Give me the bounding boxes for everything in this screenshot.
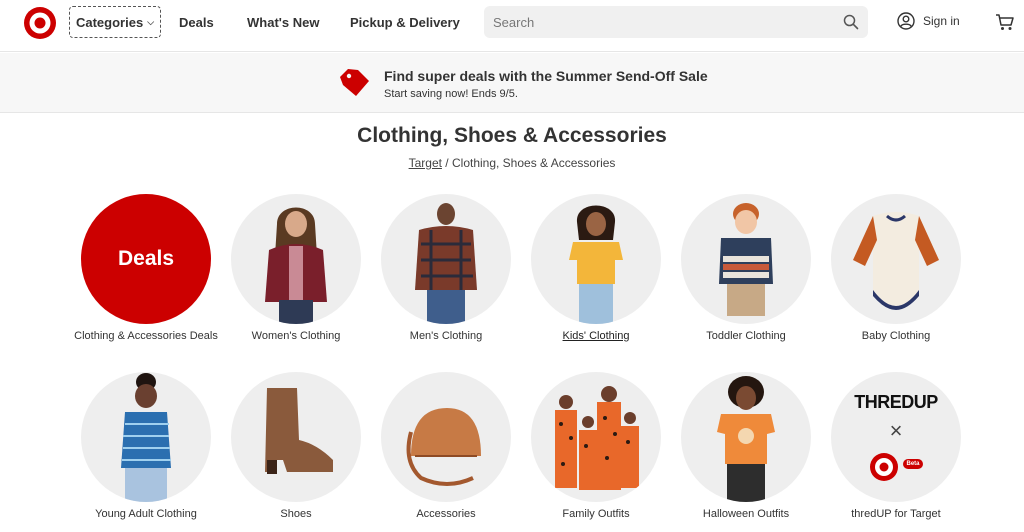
categories-label: Categories xyxy=(75,14,144,30)
young-adult-clothing-image xyxy=(81,372,211,502)
kids-clothing-image xyxy=(531,194,661,324)
nav-pickup-delivery[interactable]: Pickup & Delivery xyxy=(350,15,460,30)
thredup-logo-text: THREDUP xyxy=(854,392,938,412)
tile-label: Men's Clothing xyxy=(409,330,483,342)
tile-label: Accessories xyxy=(416,508,476,520)
category-tile-baby[interactable]: Baby Clothing xyxy=(821,194,971,343)
category-tile-accessories[interactable]: Accessories xyxy=(371,372,521,521)
category-tile-thredup[interactable]: THREDUP × Beta thredUP for Target xyxy=(821,372,971,521)
category-tile-kids[interactable]: Kids' Clothing xyxy=(521,194,671,343)
tile-label: Halloween Outfits xyxy=(702,508,790,520)
promo-subtitle: Start saving now! Ends 9/5. xyxy=(384,88,518,100)
category-tile-womens[interactable]: Women's Clothing xyxy=(221,194,371,343)
deals-circle: Deals xyxy=(81,194,211,324)
site-header: Categories ⌵ Deals What's New Pickup & D… xyxy=(0,0,1024,52)
promo-banner[interactable]: Find super deals with the Summer Send-Of… xyxy=(0,53,1024,113)
category-tile-family-outfits[interactable]: Family Outfits xyxy=(521,372,671,521)
sign-in-label: Sign in xyxy=(923,14,960,28)
tile-label: Young Adult Clothing xyxy=(95,508,197,520)
womens-clothing-image xyxy=(231,194,361,324)
search-icon[interactable] xyxy=(843,14,859,30)
chevron-down-icon: ⌵ xyxy=(147,16,155,27)
tile-label: Baby Clothing xyxy=(861,330,931,342)
beta-badge: Beta xyxy=(903,459,923,469)
tile-label: Toddler Clothing xyxy=(706,330,786,342)
cart-icon[interactable] xyxy=(995,12,1015,32)
category-tile-toddler[interactable]: Toddler Clothing xyxy=(671,194,821,343)
category-tile-young-adult[interactable]: Young Adult Clothing xyxy=(71,372,221,521)
categories-menu-button[interactable]: Categories ⌵ xyxy=(69,6,161,38)
thredup-image: THREDUP × Beta xyxy=(831,372,961,502)
promo-title: Find super deals with the Summer Send-Of… xyxy=(384,68,708,84)
nav-whats-new[interactable]: What's New xyxy=(247,15,319,30)
toddler-clothing-image xyxy=(681,194,811,324)
category-tile-halloween-outfits[interactable]: Halloween Outfits xyxy=(671,372,821,521)
family-outfits-image xyxy=(531,372,661,502)
nav-deals[interactable]: Deals xyxy=(179,15,214,30)
tile-label: thredUP for Target xyxy=(851,508,941,520)
accessories-image xyxy=(381,372,511,502)
mens-clothing-image xyxy=(381,194,511,324)
search-bar xyxy=(484,6,868,38)
deals-circle-text: Deals xyxy=(117,247,175,270)
times-icon: × xyxy=(889,418,903,443)
account-icon xyxy=(897,12,915,30)
price-tag-icon xyxy=(340,69,369,96)
category-tile-deals[interactable]: Deals Clothing & Accessories Deals xyxy=(71,194,221,343)
sign-in-button[interactable]: Sign in xyxy=(897,12,960,30)
baby-clothing-image xyxy=(831,194,961,324)
tile-label: Family Outfits xyxy=(562,508,630,520)
tile-label: Clothing & Accessories Deals xyxy=(74,330,218,342)
tile-label: Women's Clothing xyxy=(251,330,341,342)
breadcrumb-current: Clothing, Shoes & Accessories xyxy=(451,156,616,170)
halloween-outfits-image xyxy=(681,372,811,502)
tile-label: Kids' Clothing xyxy=(562,330,630,342)
search-input[interactable] xyxy=(484,6,834,38)
shoes-image xyxy=(231,372,361,502)
target-logo-small-icon xyxy=(870,453,898,481)
breadcrumb: Target / Clothing, Shoes & Accessories xyxy=(0,156,1024,170)
tile-label: Shoes xyxy=(280,508,312,520)
page-title: Clothing, Shoes & Accessories xyxy=(357,124,667,147)
breadcrumb-link-target[interactable]: Target xyxy=(409,156,442,170)
category-tile-mens[interactable]: Men's Clothing xyxy=(371,194,521,343)
breadcrumb-separator: / xyxy=(445,156,449,170)
target-logo-icon[interactable] xyxy=(23,6,57,40)
category-tile-shoes[interactable]: Shoes xyxy=(221,372,371,521)
